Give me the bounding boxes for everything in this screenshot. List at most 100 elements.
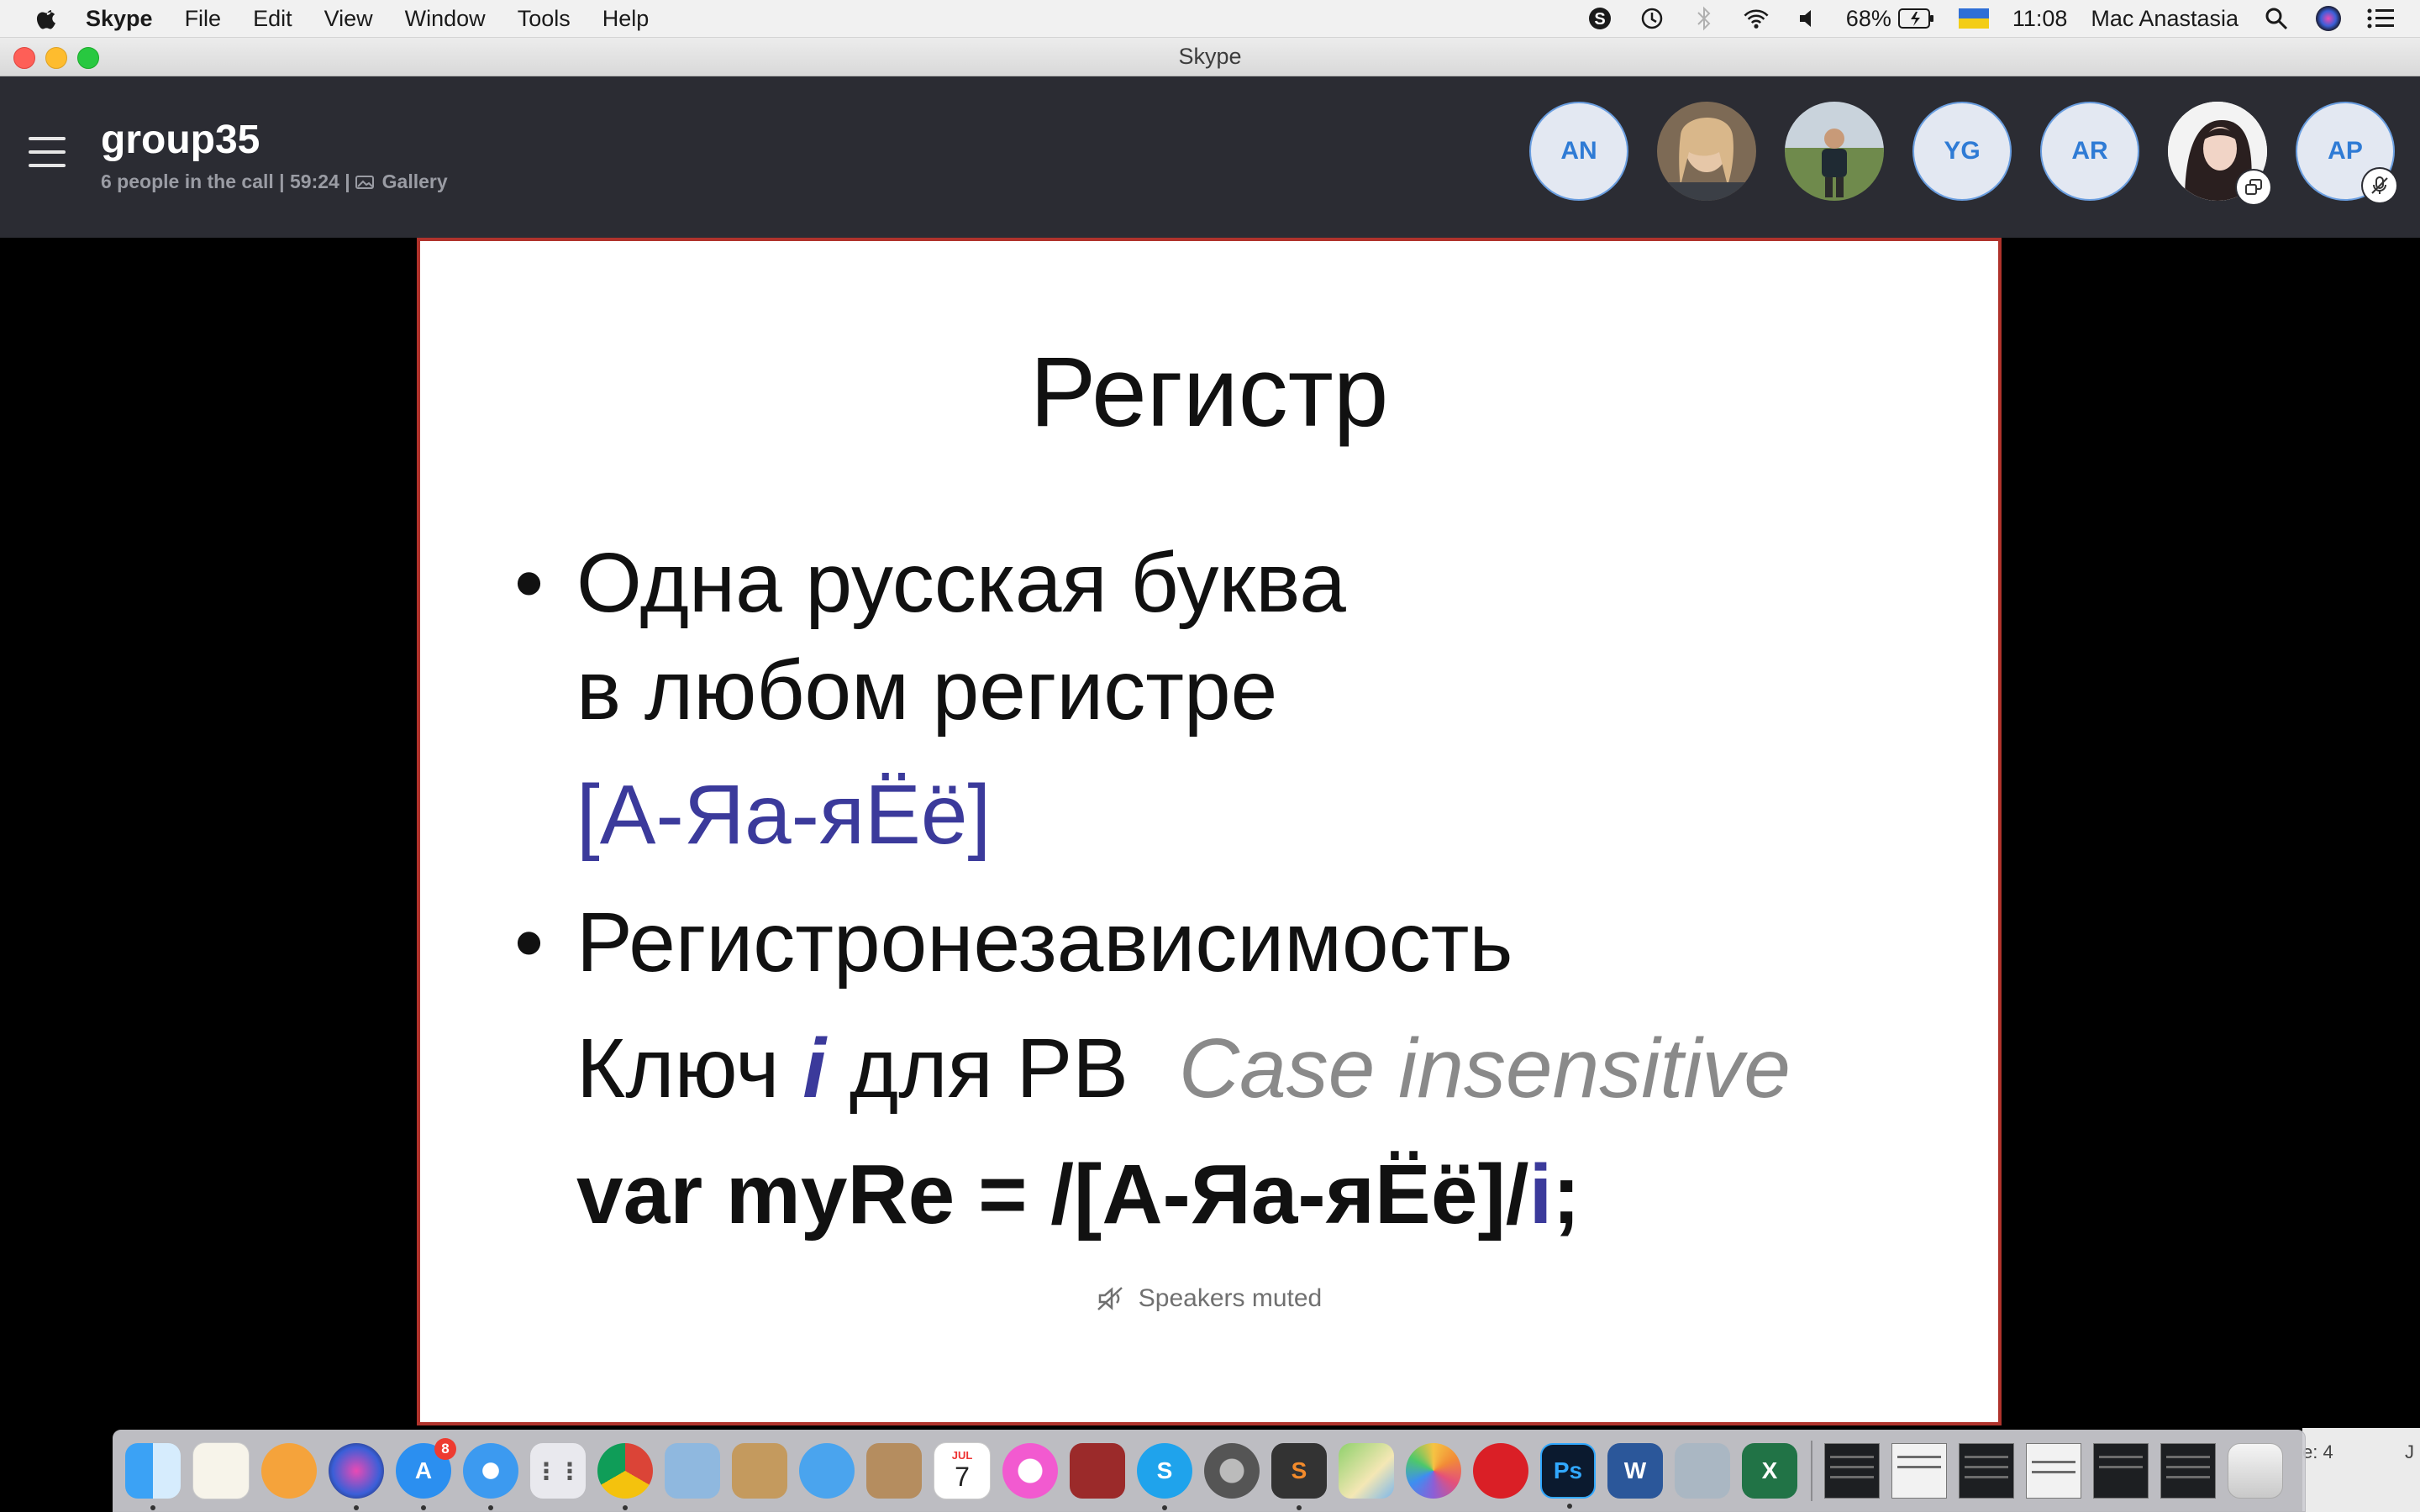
wifi-icon[interactable] — [1742, 4, 1770, 33]
safari-icon[interactable] — [463, 1443, 518, 1510]
status-menu: S 68% 11:08 Mac Anastasia — [1562, 0, 2395, 37]
menu-file[interactable]: File — [185, 6, 222, 32]
itunes-icon[interactable] — [1002, 1443, 1058, 1499]
background-text: J — [2405, 1441, 2414, 1462]
photo-booth-icon[interactable] — [1070, 1443, 1125, 1499]
minimized-window-thumbnail[interactable] — [2026, 1443, 2081, 1499]
participant-avatar-ap[interactable]: AP — [2296, 102, 2396, 202]
menu-window[interactable]: Window — [405, 6, 486, 32]
slide-regex-pattern: [А-Яа-яЁё] — [576, 768, 992, 862]
call-subtitle: 6 people in the call | 59:24 | Gallery — [101, 171, 448, 193]
keyboard-layout-flag-icon[interactable] — [1958, 8, 1989, 29]
avatar-initials: YG — [1944, 137, 1981, 165]
slide-code-line: var myRe = /[А-Яа-яЁё]/i; — [576, 1147, 1581, 1243]
key-letter: i — [802, 1021, 827, 1116]
call-title[interactable]: group35 — [101, 117, 260, 163]
code-prefix: var myRe = /[А-Яа-яЁё]/ — [576, 1147, 1529, 1242]
menu-skype[interactable]: Skype — [86, 6, 153, 32]
archive-utility-icon[interactable] — [732, 1443, 787, 1499]
background-window-edge: e: 4 J — [2302, 1428, 2420, 1512]
excel-icon[interactable]: X — [1742, 1443, 1797, 1499]
battery-percent[interactable]: 68% — [1846, 6, 1891, 32]
participant-avatar-ar[interactable]: AR — [2040, 102, 2139, 201]
speakers-muted-text: Speakers muted — [1138, 1284, 1323, 1312]
mail-icon[interactable] — [799, 1443, 855, 1499]
code-end: ; — [1552, 1147, 1581, 1242]
word-icon[interactable]: W — [1607, 1443, 1663, 1499]
photoshop-icon[interactable]: Ps — [1540, 1443, 1596, 1509]
participant-strip: AN YG AR AP — [1501, 102, 2396, 204]
user-name[interactable]: Mac Anastasia — [2091, 6, 2238, 32]
apple-icon[interactable] — [34, 5, 60, 32]
launchpad-icon[interactable]: ⋮⋮ — [530, 1443, 586, 1499]
battery-charging-icon[interactable] — [1897, 4, 1935, 33]
app-store-icon[interactable]: A8 — [396, 1438, 456, 1510]
key-prefix: Ключ — [576, 1021, 803, 1116]
maps-icon[interactable] — [1339, 1443, 1394, 1499]
code-flag: i — [1528, 1147, 1553, 1242]
menu-help[interactable]: Help — [602, 6, 650, 32]
clock[interactable]: 11:08 — [2012, 6, 2068, 32]
minimized-window-thumbnail[interactable] — [2093, 1443, 2149, 1499]
gallery-view-toggle[interactable]: Gallery — [382, 171, 448, 193]
creative-cloud-icon[interactable] — [1473, 1443, 1528, 1499]
menu-tools[interactable]: Tools — [518, 6, 571, 32]
slide-line: в любом регистре — [576, 643, 1278, 738]
gallery-icon[interactable] — [355, 175, 374, 189]
minimized-window-thumbnail[interactable] — [1891, 1443, 1947, 1499]
photos-icon[interactable] — [1406, 1443, 1461, 1499]
window-title-bar: Skype — [0, 38, 2420, 76]
participant-avatar-an[interactable]: AN — [1529, 102, 1628, 201]
minimized-window-thumbnail[interactable] — [1824, 1443, 1880, 1499]
minimized-window-thumbnail[interactable] — [1959, 1443, 2014, 1499]
key-suffix: для РВ — [826, 1021, 1128, 1116]
textedit-icon[interactable] — [192, 1442, 250, 1499]
dock-separator — [1811, 1441, 1812, 1501]
case-insensitive-hint: Case insensitive — [1178, 1021, 1791, 1116]
bullet-point: • — [514, 536, 544, 630]
spotlight-search-icon[interactable] — [2262, 4, 2291, 33]
avatar-initials: AR — [2071, 137, 2108, 165]
trash-icon[interactable] — [2228, 1443, 2283, 1499]
participant-avatar-photo-1[interactable] — [1657, 102, 1756, 201]
contacts-icon[interactable] — [866, 1443, 922, 1499]
menu-view[interactable]: View — [324, 6, 373, 32]
participant-avatar-yg[interactable]: YG — [1912, 102, 2012, 201]
sublime-text-icon[interactable]: S — [1271, 1443, 1327, 1510]
participant-avatar-photo-2[interactable] — [1785, 102, 1884, 201]
image-capture-icon[interactable] — [1675, 1443, 1730, 1499]
siri-app-icon[interactable] — [329, 1443, 384, 1510]
menu-edit[interactable]: Edit — [253, 6, 292, 32]
dock: A8 ⋮⋮ JUL 7 S S Ps W X — [113, 1430, 2306, 1512]
avatar-initials: AP — [2328, 137, 2363, 165]
participant-avatar-photo-3[interactable] — [2168, 102, 2270, 204]
menu-bar: Skype File Edit View Window Tools Help S… — [0, 0, 2420, 38]
speakers-muted-notice: Speakers muted — [420, 1284, 1998, 1313]
menu-hamburger-icon[interactable] — [29, 137, 66, 171]
person-photo-icon — [1657, 102, 1756, 201]
window-title: Skype — [1178, 44, 1242, 69]
slide-title: Регистр — [1029, 337, 1389, 448]
time-machine-icon[interactable] — [1638, 4, 1666, 33]
finder-icon[interactable] — [125, 1443, 181, 1510]
volume-icon[interactable] — [1794, 4, 1823, 33]
minimized-window-thumbnail[interactable] — [2160, 1443, 2216, 1499]
slide-line: Регистронезависимость — [576, 895, 1513, 990]
call-info-text: 6 people in the call | 59:24 | — [101, 171, 350, 192]
skype-icon[interactable]: S — [1137, 1443, 1192, 1510]
system-preferences-icon[interactable] — [1204, 1443, 1260, 1499]
bullet-point: • — [514, 895, 544, 990]
origin-icon[interactable] — [261, 1443, 317, 1499]
bluetooth-icon[interactable] — [1690, 4, 1718, 33]
skype-status-icon[interactable]: S — [1586, 4, 1614, 33]
shared-screen[interactable]: Регистр • Одна русская буква в любом рег… — [417, 238, 2002, 1425]
chrome-icon[interactable] — [597, 1443, 653, 1510]
notification-center-icon[interactable] — [2366, 4, 2395, 33]
background-text: e: 4 — [2302, 1441, 2333, 1462]
avatar-initials: AN — [1560, 137, 1597, 165]
siri-icon[interactable] — [2314, 4, 2343, 33]
slide-key-line: Ключ i для РВ Case insensitive — [576, 1021, 1791, 1117]
calendar-icon[interactable]: JUL 7 — [934, 1442, 991, 1499]
calendar-month: JUL — [951, 1449, 973, 1462]
preview-icon[interactable] — [665, 1443, 720, 1499]
